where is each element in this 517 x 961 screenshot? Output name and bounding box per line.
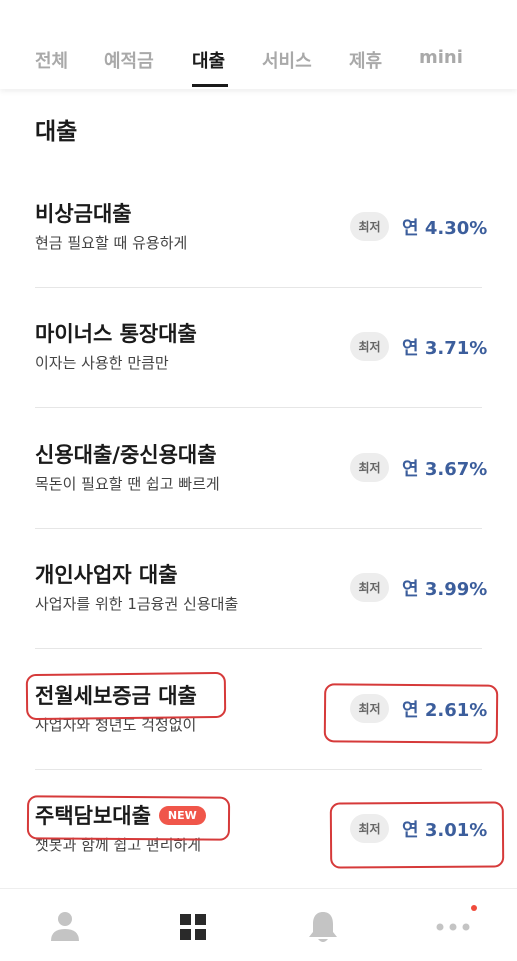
tab-mini[interactable]: mini bbox=[419, 47, 463, 68]
product-name: 신용대출/중신용대출 bbox=[35, 443, 217, 467]
interest-rate: 연 2.61% bbox=[402, 700, 488, 721]
bell-icon bbox=[309, 912, 337, 942]
grid-icon bbox=[180, 914, 206, 940]
interest-rate: 연 3.67% bbox=[402, 459, 488, 480]
nav-notifications[interactable] bbox=[303, 907, 343, 947]
loan-item-emergency[interactable]: 비상금대출 현금 필요할 때 유용하게 최저 연 4.30% bbox=[0, 168, 517, 288]
product-description: 사업자를 위한 1금융권 신용대출 bbox=[35, 595, 239, 613]
loan-item-credit[interactable]: 신용대출/중신용대출 목돈이 필요할 땐 쉽고 빠르게 최저 연 3.67% bbox=[0, 409, 517, 529]
loan-item-jeonse[interactable]: 전월세보증금 대출 사업자와 청년도 걱정없이 최저 연 2.61% bbox=[0, 650, 517, 770]
product-name: 주택담보대출 bbox=[35, 804, 151, 828]
product-description: 현금 필요할 때 유용하게 bbox=[35, 234, 188, 252]
lowest-badge: 최저 bbox=[350, 453, 389, 482]
lowest-badge: 최저 bbox=[350, 212, 389, 241]
loan-item-mortgage[interactable]: 주택담보대출 NEW 챗봇과 함께 쉽고 편리하게 최저 연 3.01% bbox=[0, 770, 517, 890]
section-title: 대출 bbox=[35, 119, 78, 145]
product-name: 마이너스 통장대출 bbox=[35, 322, 197, 346]
product-name: 비상금대출 bbox=[35, 202, 132, 226]
divider bbox=[35, 648, 482, 649]
tab-partners[interactable]: 제휴 bbox=[349, 47, 382, 73]
lowest-badge: 최저 bbox=[350, 332, 389, 361]
person-icon bbox=[51, 912, 79, 941]
nav-home[interactable] bbox=[173, 907, 213, 947]
nav-profile[interactable] bbox=[45, 907, 85, 947]
new-badge: NEW bbox=[158, 805, 206, 825]
product-description: 이자는 사용한 만큼만 bbox=[35, 354, 169, 372]
product-name-wrap: 주택담보대출 NEW bbox=[35, 800, 206, 830]
product-name: 개인사업자 대출 bbox=[35, 563, 178, 587]
bottom-navigation bbox=[0, 888, 517, 961]
nav-more[interactable] bbox=[433, 905, 477, 947]
tab-deposits[interactable]: 예적금 bbox=[104, 47, 154, 73]
interest-rate: 연 3.01% bbox=[402, 820, 488, 841]
loan-item-minus-account[interactable]: 마이너스 통장대출 이자는 사용한 만큼만 최저 연 3.71% bbox=[0, 288, 517, 408]
tab-loans[interactable]: 대출 bbox=[192, 47, 225, 73]
tab-services[interactable]: 서비스 bbox=[262, 47, 312, 73]
divider bbox=[35, 407, 482, 408]
product-name: 전월세보증금 대출 bbox=[35, 684, 197, 708]
interest-rate: 연 3.99% bbox=[402, 579, 488, 600]
category-tabs: 전체 예적금 대출 서비스 제휴 mini bbox=[0, 0, 517, 89]
product-description: 챗봇과 함께 쉽고 편리하게 bbox=[35, 836, 202, 854]
more-dots-icon bbox=[436, 923, 470, 931]
interest-rate: 연 4.30% bbox=[402, 218, 488, 239]
product-description: 사업자와 청년도 걱정없이 bbox=[35, 716, 197, 734]
interest-rate: 연 3.71% bbox=[402, 338, 488, 359]
notification-dot bbox=[471, 905, 477, 911]
loan-item-business[interactable]: 개인사업자 대출 사업자를 위한 1금융권 신용대출 최저 연 3.99% bbox=[0, 529, 517, 649]
lowest-badge: 최저 bbox=[350, 573, 389, 602]
tab-all[interactable]: 전체 bbox=[35, 47, 68, 73]
active-tab-indicator bbox=[192, 84, 228, 87]
lowest-badge: 최저 bbox=[350, 694, 389, 723]
lowest-badge: 최저 bbox=[350, 814, 389, 843]
product-description: 목돈이 필요할 땐 쉽고 빠르게 bbox=[35, 475, 220, 493]
